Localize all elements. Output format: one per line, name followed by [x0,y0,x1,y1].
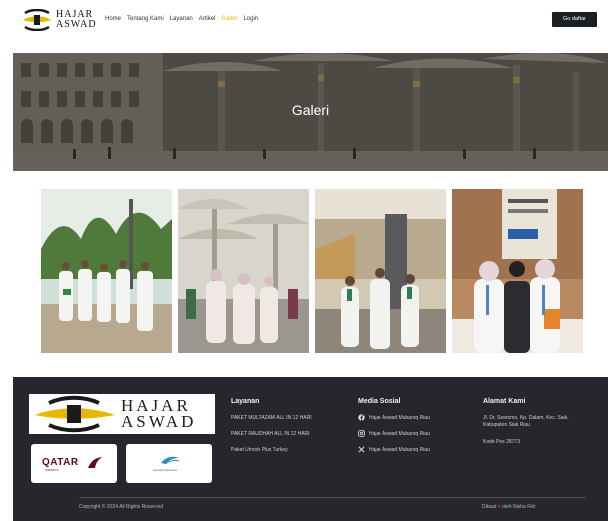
qatar-airways-sub: AIRWAYS [45,468,59,472]
register-button[interactable]: Go daftar [552,12,597,27]
made-suffix: oleh Nisha Fitri [502,504,536,510]
heart-icon: ♥ [497,504,501,510]
kaaba-logo-icon [23,9,51,31]
mosque-interior-image [315,189,446,353]
address-text: Jl. Dr. Soetomo, Kp. Dalam, Kec. Siak, K… [483,415,569,428]
partner-garuda-indonesia: Garuda Indonesia [126,444,212,483]
nav-artikel[interactable]: Artikel [199,16,216,22]
layanan-link-raudhah[interactable]: PAKET RAUDHAH ALL IN 12 HARI [231,431,310,437]
media-sosial-heading: Media Sosial [358,398,401,405]
photo-gallery [41,189,583,353]
site-header: HAJAR ASWAD Home Tentang Kami Layanan Ar… [0,0,608,42]
x-label: Hajar Aswad Mubaroq Riau [369,446,430,453]
gallery-photo-3[interactable] [315,189,446,353]
facebook-label: Hajar Aswad Mubaroq Riau [369,414,430,421]
women-pilgrims-image [452,189,583,353]
footer-divider [79,497,586,498]
partner-qatar-airways: QATAR AIRWAYS [31,444,117,483]
footer-logo[interactable]: HAJAR ASWAD [29,394,215,434]
facebook-icon [358,414,365,421]
hero-banner: Galeri [13,53,608,171]
layanan-link-turkey[interactable]: Paket Umroh Plus Turkey [231,447,288,453]
alamat-heading: Alamat Kami [483,398,526,405]
kaaba-logo-icon [35,395,115,433]
nav-home[interactable]: Home [105,16,121,22]
nav-galeri[interactable]: Galeri [221,16,237,22]
x-twitter-icon [358,446,365,453]
site-footer: HAJAR ASWAD QATAR AIRWAYS Garuda Indones… [13,377,608,521]
logo-line2: ASWAD [56,19,97,30]
gallery-photo-4[interactable] [452,189,583,353]
copyright-text: Copyright © 2024 All Rights Reserved [79,504,164,510]
gallery-photo-2[interactable] [178,189,309,353]
qatar-airways-logo: QATAR [42,457,79,468]
main-nav: Home Tentang Kami Layanan Artikel Galeri… [105,16,258,22]
postal-code: Kode Pos 28773 [483,439,520,445]
umbrellas-courtyard-image [178,189,309,353]
oryx-icon [88,457,102,468]
layanan-heading: Layanan [231,398,260,405]
made-by-text: Dibuat ♥ oleh Nisha Fitri [482,504,536,510]
made-prefix: Dibuat [482,504,497,510]
nav-login[interactable]: Login [243,16,258,22]
footer-logo-line2: ASWAD [121,412,197,431]
nav-layanan[interactable]: Layanan [170,16,193,22]
site-logo[interactable]: HAJAR ASWAD [22,9,97,31]
garuda-indonesia-label: Garuda Indonesia [153,468,177,472]
garuda-bird-icon [161,456,180,465]
instagram-icon [358,430,365,437]
pilgrims-garden-image [41,189,172,353]
nav-tentang-kami[interactable]: Tentang Kami [127,16,164,22]
social-facebook-link[interactable]: Hajar Aswad Mubaroq Riau [358,414,430,421]
layanan-link-multazam[interactable]: PAKET MULTAZAM ALL IN 12 HARI [231,415,312,421]
instagram-label: Hajar Aswad Mubaroq Riau [369,430,430,437]
social-x-link[interactable]: Hajar Aswad Mubaroq Riau [358,446,430,453]
page-title: Galeri [291,102,330,118]
social-instagram-link[interactable]: Hajar Aswad Mubaroq Riau [358,430,430,437]
gallery-photo-1[interactable] [41,189,172,353]
